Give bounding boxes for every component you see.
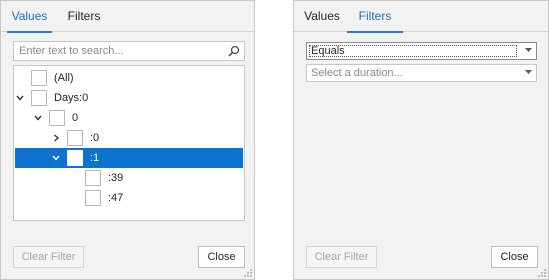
- resize-grip-icon[interactable]: [537, 268, 547, 278]
- tree-node-0[interactable]: 0: [15, 108, 243, 128]
- clear-filter-button[interactable]: Clear Filter: [306, 246, 377, 268]
- tree-node-checkbox[interactable]: [85, 170, 101, 186]
- tab-filters[interactable]: Filters: [59, 1, 109, 32]
- values-filter-popup: Values Filters (All) Days:0: [0, 0, 255, 280]
- active-tab-indicator: [347, 31, 403, 33]
- tab-filters-label: Filters: [358, 9, 392, 23]
- tree-node-checkbox[interactable]: [49, 110, 65, 126]
- tab-values[interactable]: Values: [7, 1, 52, 33]
- clear-filter-button[interactable]: Clear Filter: [13, 246, 84, 268]
- tree-node-label: :1: [90, 152, 100, 164]
- search-box: [13, 41, 245, 61]
- active-tab-indicator: [7, 31, 52, 33]
- tree-node-colon-1[interactable]: :1: [15, 148, 243, 168]
- tree-node-colon-0[interactable]: :0: [15, 128, 243, 148]
- dropdown-arrow-icon[interactable]: [525, 70, 532, 75]
- tree-node-all[interactable]: (All): [15, 68, 243, 88]
- tab-filters-label: Filters: [67, 9, 101, 23]
- tree-node-checkbox[interactable]: [67, 130, 83, 146]
- tree-node-label: :47: [108, 192, 124, 204]
- chevron-down-icon[interactable]: [15, 93, 25, 103]
- tab-values[interactable]: Values: [300, 1, 344, 32]
- duration-placeholder: Select a duration...: [311, 67, 403, 79]
- tree-node-days[interactable]: Days:0: [15, 88, 243, 108]
- tree-node-label: 0: [72, 112, 79, 124]
- chevron-right-icon[interactable]: [51, 133, 61, 143]
- search-input[interactable]: [14, 42, 224, 60]
- tab-filters[interactable]: Filters: [347, 1, 403, 33]
- operator-select[interactable]: Equals: [306, 42, 537, 60]
- tree-node-checkbox[interactable]: [31, 90, 47, 106]
- tree-node-label: Days:0: [54, 92, 89, 104]
- close-button[interactable]: Close: [198, 246, 245, 268]
- tree-node-checkbox[interactable]: [85, 190, 101, 206]
- resize-grip-icon[interactable]: [243, 268, 253, 278]
- tree-node-label: :39: [108, 172, 124, 184]
- chevron-down-icon[interactable]: [51, 153, 61, 163]
- tree-node-colon-47[interactable]: :47: [15, 188, 243, 208]
- tab-strip: Values Filters: [1, 1, 254, 33]
- chevron-down-icon[interactable]: [33, 113, 43, 123]
- search-icon[interactable]: [228, 45, 240, 57]
- operator-value: Equals: [311, 45, 345, 57]
- tree-node-label: (All): [54, 72, 74, 84]
- duration-select[interactable]: Select a duration...: [306, 64, 537, 82]
- filters-filter-popup: Values Filters Equals Select a duration.…: [293, 0, 549, 280]
- values-tree: (All) Days:0 0 :0:1:39:47: [13, 65, 245, 221]
- tree-node-checkbox[interactable]: [67, 150, 83, 166]
- dropdown-arrow-icon[interactable]: [525, 48, 532, 53]
- tree-node-colon-39[interactable]: :39: [15, 168, 243, 188]
- tree-node-checkbox[interactable]: [31, 70, 47, 86]
- close-button[interactable]: Close: [491, 246, 538, 268]
- tab-values-label: Values: [11, 9, 48, 23]
- tab-values-label: Values: [304, 9, 340, 23]
- tree-node-label: :0: [90, 132, 100, 144]
- tab-strip: Values Filters: [294, 1, 548, 33]
